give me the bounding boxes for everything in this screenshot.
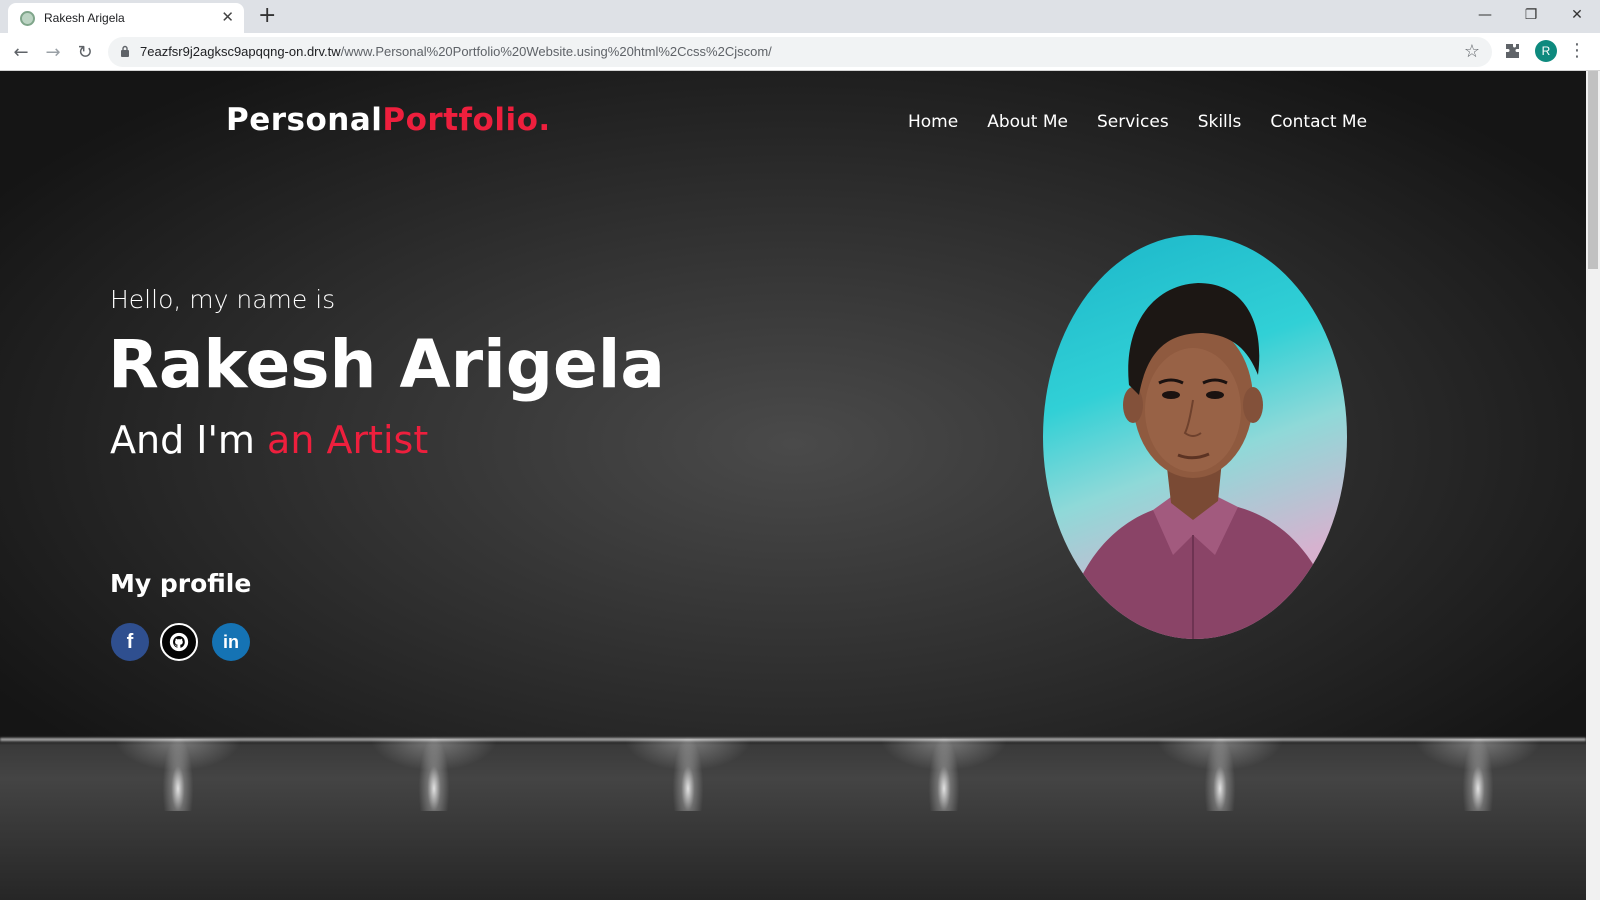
github-icon[interactable] — [160, 623, 198, 661]
page-scrollbar[interactable] — [1586, 71, 1600, 900]
hero-role: And I'm an Artist — [110, 418, 428, 462]
spotlight-glow — [854, 739, 1034, 829]
profile-heading: My profile — [110, 569, 252, 598]
window-controls: — ❐ ✕ — [1462, 0, 1600, 30]
url-host: 7eazfsr9j2agksc9apqqng-on.drv.tw — [140, 44, 341, 59]
url-path: /www.Personal%20Portfolio%20Website.usin… — [340, 44, 772, 59]
profile-avatar[interactable]: R — [1535, 40, 1557, 62]
site-logo[interactable]: PersonalPortfolio. — [226, 102, 551, 138]
browser-tabstrip: Rakesh Arigela ✕ + — ❐ ✕ — [0, 0, 1600, 33]
portfolio-page: PersonalPortfolio. Home About Me Service… — [0, 71, 1586, 900]
browser-menu-icon[interactable]: ⋮ — [1568, 39, 1586, 63]
restore-icon[interactable]: ❐ — [1508, 0, 1554, 30]
spotlight-glow — [88, 739, 268, 829]
main-nav: Home About Me Services Skills Contact Me — [908, 112, 1367, 132]
nav-about-me[interactable]: About Me — [987, 112, 1068, 132]
brand-accent: Portfolio. — [382, 102, 551, 138]
back-icon[interactable]: ← — [9, 40, 33, 64]
lock-icon — [121, 45, 129, 57]
tab-title: Rakesh Arigela — [44, 11, 125, 25]
role-typed-text: an Artist — [267, 418, 429, 462]
github-logo-icon — [169, 632, 189, 652]
site-favicon-icon — [20, 11, 35, 26]
nav-contact-me[interactable]: Contact Me — [1270, 112, 1367, 132]
spotlight-glow — [1130, 739, 1310, 829]
browser-toolbar: ← → ↻ 7eazfsr9j2agksc9apqqng-on.drv.tw/w… — [0, 33, 1600, 71]
close-tab-icon[interactable]: ✕ — [221, 9, 234, 25]
nav-home[interactable]: Home — [908, 112, 958, 132]
minimize-icon[interactable]: — — [1462, 0, 1508, 30]
close-window-icon[interactable]: ✕ — [1554, 0, 1600, 30]
nav-skills[interactable]: Skills — [1198, 112, 1242, 132]
new-tab-icon[interactable]: + — [258, 4, 276, 28]
reload-icon[interactable]: ↻ — [73, 40, 97, 64]
hero-name: Rakesh Arigela — [108, 326, 665, 403]
spotlight-glow — [1388, 739, 1568, 829]
extensions-icon[interactable] — [1502, 41, 1522, 61]
profile-photo — [1043, 235, 1347, 639]
role-prefix: And I'm — [110, 418, 268, 462]
nav-services[interactable]: Services — [1097, 112, 1169, 132]
facebook-icon[interactable]: f — [111, 623, 149, 661]
linkedin-icon[interactable]: in — [212, 623, 250, 661]
address-bar[interactable]: 7eazfsr9j2agksc9apqqng-on.drv.tw/www.Per… — [108, 37, 1492, 67]
url-text: 7eazfsr9j2agksc9apqqng-on.drv.tw/www.Per… — [140, 44, 772, 59]
hero-greeting: Hello, my name is — [110, 285, 336, 314]
portrait-illustration — [1063, 283, 1343, 639]
brand-main: Personal — [226, 102, 383, 138]
bookmark-star-icon[interactable]: ☆ — [1464, 41, 1480, 62]
scrollbar-thumb[interactable] — [1588, 71, 1598, 269]
forward-icon[interactable]: → — [41, 40, 65, 64]
spotlight-glow — [598, 739, 778, 829]
browser-tab[interactable]: Rakesh Arigela ✕ — [8, 3, 244, 33]
spotlight-glow — [344, 739, 524, 829]
